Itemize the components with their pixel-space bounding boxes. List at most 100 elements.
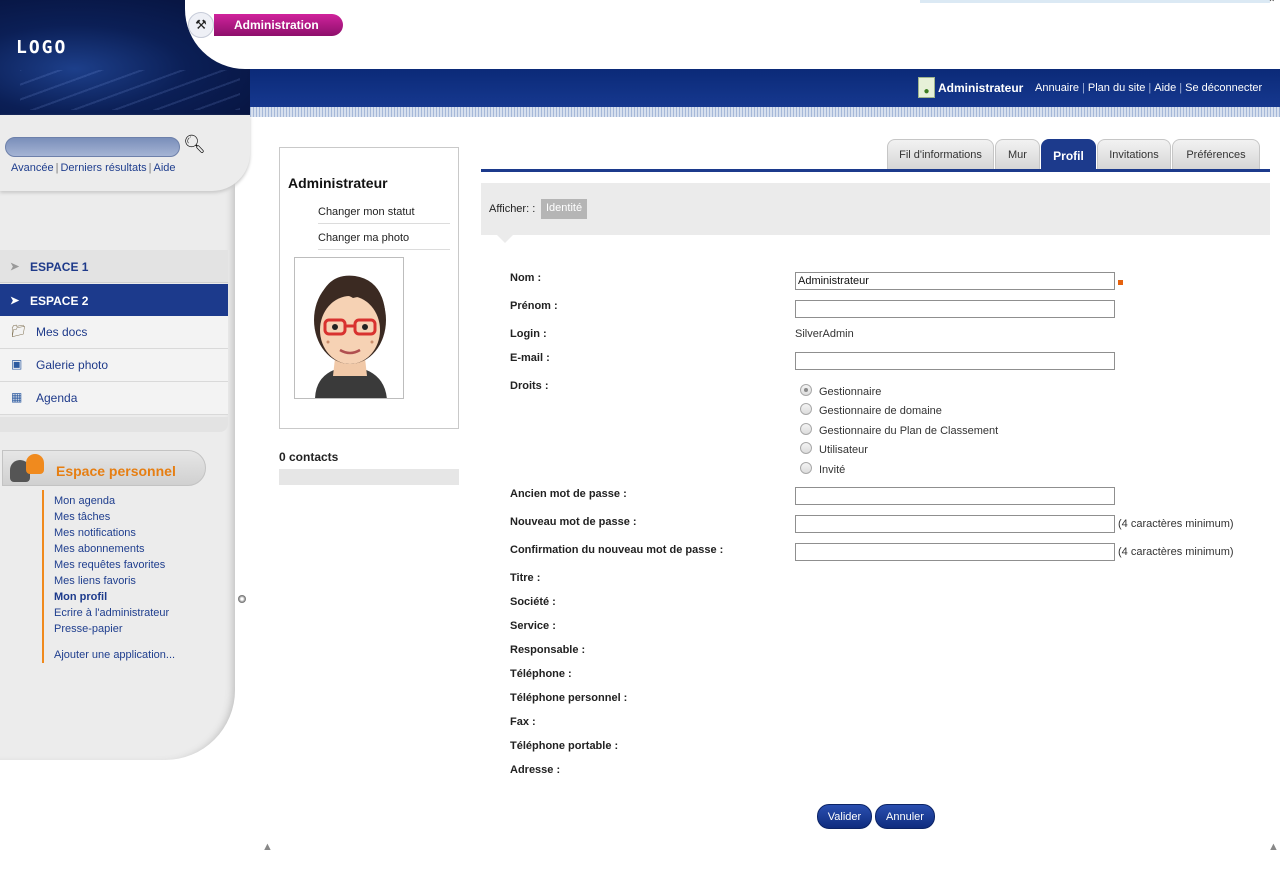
profile-name: Administrateur	[288, 175, 388, 191]
filter-label: Afficher: :	[489, 203, 536, 215]
submit-button[interactable]: Valider	[817, 804, 872, 829]
radio-gestionnaire[interactable]	[800, 384, 812, 396]
header-white-panel	[185, 0, 1280, 69]
required-marker	[1118, 280, 1123, 285]
search-advanced-link[interactable]: Avancée	[11, 162, 54, 174]
link-annuaire[interactable]: Annuaire	[1035, 82, 1079, 94]
old-password-label: Ancien mot de passe :	[510, 488, 627, 500]
confirm-password-label: Confirmation du nouveau mot de passe :	[510, 544, 724, 556]
link-logout[interactable]: Se déconnecter	[1185, 82, 1262, 94]
tab-fil-informations[interactable]: Fil d'informations	[887, 139, 994, 169]
telephone-label: Téléphone :	[510, 668, 572, 680]
users-icon	[10, 454, 44, 484]
old-password-field[interactable]	[795, 487, 1115, 505]
telephone-personnel-label: Téléphone personnel :	[510, 692, 628, 704]
radio-gestionnaire-plan[interactable]	[800, 423, 812, 435]
link-ajouter-application[interactable]: Ajouter une application...	[54, 649, 175, 661]
fax-label: Fax :	[510, 716, 536, 728]
radio-label-gestionnaire: Gestionnaire	[819, 386, 882, 398]
droits-label: Droits :	[510, 380, 549, 392]
radio-label-gestionnaire-domaine: Gestionnaire de domaine	[819, 405, 942, 417]
user-name[interactable]: Administrateur	[938, 81, 1023, 95]
scroll-top-icon[interactable]: ▲	[262, 841, 273, 853]
email-label: E-mail :	[510, 352, 550, 364]
sidebar-item-label: Agenda	[36, 391, 78, 405]
space-1[interactable]: ➤ ESPACE 1	[0, 250, 228, 283]
radio-gestionnaire-domaine[interactable]	[800, 403, 812, 415]
user-avatar-icon: ●	[918, 77, 935, 98]
cancel-button[interactable]: Annuler	[875, 804, 935, 829]
tools-icon[interactable]: ⚒	[188, 12, 214, 38]
calendar-icon: ▦	[11, 390, 23, 404]
search-last-results-link[interactable]: Derniers résultats	[60, 162, 146, 174]
login-value: SilverAdmin	[795, 328, 854, 340]
nom-label: Nom :	[510, 272, 542, 284]
personal-space-title: Espace personnel	[56, 463, 176, 479]
link-aide[interactable]: Aide	[1154, 82, 1176, 94]
tab-profil[interactable]: Profil	[1041, 139, 1096, 169]
tab-mur[interactable]: Mur	[995, 139, 1040, 169]
link-mon-agenda[interactable]: Mon agenda	[54, 495, 115, 507]
space-2-label: ESPACE 2	[30, 294, 89, 308]
service-label: Service :	[510, 620, 556, 632]
link-mes-liens-favoris[interactable]: Mes liens favoris	[54, 575, 136, 587]
change-status-link[interactable]: Changer mon statut	[318, 202, 450, 224]
search-input[interactable]	[5, 137, 180, 157]
radio-invite[interactable]	[800, 462, 812, 474]
email-field[interactable]	[795, 352, 1115, 370]
sidebar-item-label: Galerie photo	[36, 358, 109, 372]
gallery-icon: ▣	[11, 357, 23, 371]
sidebar-item-label: Mes docs	[36, 325, 88, 339]
folder-icon: 📁︎	[11, 324, 27, 338]
nom-field[interactable]	[795, 272, 1115, 290]
responsable-label: Responsable :	[510, 644, 586, 656]
link-ecrire-administrateur[interactable]: Ecrire à l'administrateur	[54, 607, 169, 619]
arrow-right-icon: ➤	[10, 295, 20, 307]
administration-button[interactable]: Administration	[214, 14, 343, 36]
personal-links-bar	[42, 490, 44, 663]
filter-bar	[481, 183, 1270, 235]
collapse-header-icon[interactable]: ⌃	[1268, 0, 1276, 9]
sidebar-item-agenda[interactable]: ▦ Agenda	[0, 382, 228, 415]
top-links: Annuaire | Plan du site | Aide | Se déconnecte…	[1035, 82, 1263, 94]
sidebar	[0, 115, 235, 760]
prenom-field[interactable]	[795, 300, 1115, 318]
link-mes-requetes-favorites[interactable]: Mes requêtes favorites	[54, 559, 165, 571]
login-label: Login :	[510, 328, 547, 340]
link-mon-profil[interactable]: Mon profil	[54, 591, 107, 603]
sidebar-item-mes-docs[interactable]: 📁︎ Mes docs	[0, 316, 228, 349]
spaces-footer	[0, 417, 228, 432]
navbar-fade	[250, 107, 1280, 117]
radio-utilisateur[interactable]	[800, 442, 812, 454]
link-mes-taches[interactable]: Mes tâches	[54, 511, 110, 523]
change-photo-link[interactable]: Changer ma photo	[318, 228, 450, 250]
search-help-link[interactable]: Aide	[154, 162, 176, 174]
sidebar-item-galerie-photo[interactable]: ▣ Galerie photo	[0, 349, 228, 382]
contacts-bar	[279, 469, 459, 485]
logo: LOGO	[16, 37, 68, 58]
scroll-top-icon[interactable]: ▲	[1268, 841, 1279, 853]
search-icon[interactable]: 🔍︎	[183, 134, 206, 156]
prenom-label: Prénom :	[510, 300, 558, 312]
arrow-right-icon: ➤	[10, 261, 20, 273]
new-password-label: Nouveau mot de passe :	[510, 516, 637, 528]
radio-label-utilisateur: Utilisateur	[819, 444, 868, 456]
link-mes-notifications[interactable]: Mes notifications	[54, 527, 136, 539]
societe-label: Société :	[510, 596, 556, 608]
filter-chip-identite[interactable]: Identité	[541, 199, 588, 219]
radio-label-invite: Invité	[819, 464, 846, 476]
link-presse-papier[interactable]: Presse-papier	[54, 623, 122, 635]
tab-invitations[interactable]: Invitations	[1097, 139, 1171, 169]
profile-photo	[294, 257, 404, 399]
space-2[interactable]: ➤ ESPACE 2	[0, 284, 228, 317]
link-plan-du-site[interactable]: Plan du site	[1088, 82, 1145, 94]
link-mes-abonnements[interactable]: Mes abonnements	[54, 543, 145, 555]
new-password-field[interactable]	[795, 515, 1115, 533]
tab-preferences[interactable]: Préférences	[1172, 139, 1260, 169]
confirm-password-field[interactable]	[795, 543, 1115, 561]
top-strip	[920, 0, 1270, 3]
telephone-portable-label: Téléphone portable :	[510, 740, 619, 752]
sidebar-toggle-icon[interactable]	[238, 595, 246, 603]
search-links: Avancée | Derniers résultats | Aide	[11, 162, 176, 174]
contacts-count[interactable]: 0 contacts	[279, 450, 338, 464]
